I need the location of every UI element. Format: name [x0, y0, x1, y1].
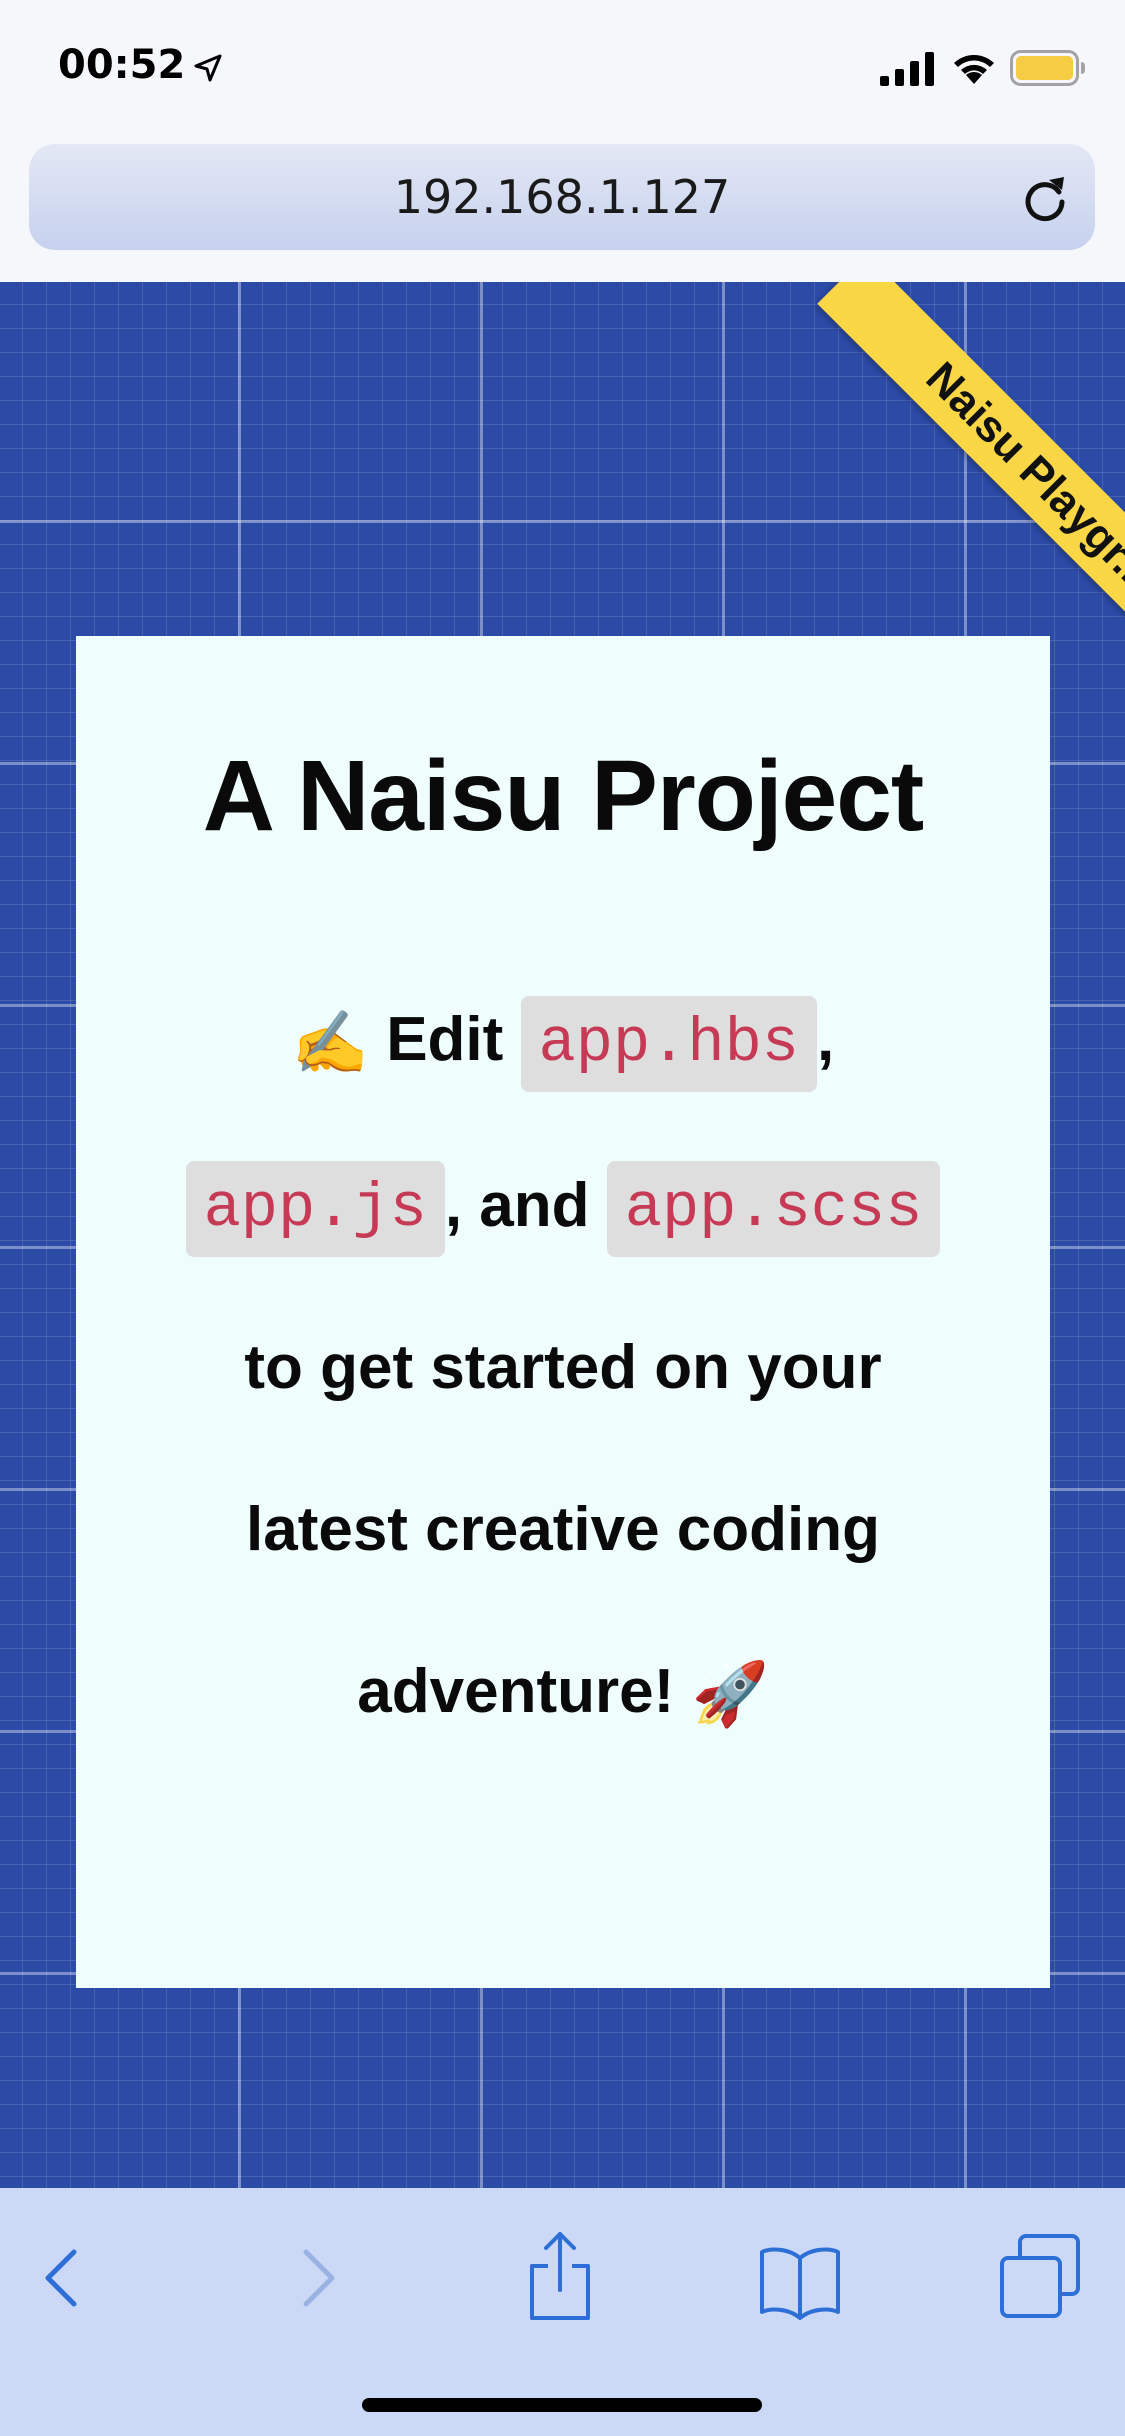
and-text: , and	[444, 1170, 590, 1240]
back-chevron-icon[interactable]	[14, 2228, 114, 2328]
location-arrow-icon	[194, 54, 222, 82]
code-app-js: app.js	[185, 1161, 445, 1258]
forward-chevron-icon[interactable]	[266, 2228, 366, 2328]
content-card: A Naisu Project ✍️ Edit app.hbs, app.js,…	[76, 636, 1050, 1988]
battery-icon	[1010, 50, 1085, 86]
share-icon[interactable]	[510, 2228, 610, 2328]
tabs-icon[interactable]	[990, 2228, 1090, 2328]
edit-label: Edit	[386, 1005, 504, 1074]
url-area: 192.168.1.127	[0, 140, 1125, 282]
comma: ,	[817, 1005, 835, 1074]
home-indicator[interactable]	[362, 2398, 762, 2412]
page-content: Naisu Playgr... A Naisu Project ✍️ Edit …	[0, 282, 1125, 2188]
writing-hand-icon: ✍️	[291, 1008, 369, 1078]
status-time: 00:52	[58, 42, 186, 88]
reload-icon[interactable]	[1019, 172, 1071, 224]
wifi-icon	[954, 55, 994, 84]
cellular-signal-icon	[880, 52, 934, 86]
code-app-hbs: app.hbs	[520, 995, 817, 1092]
address-bar[interactable]: 192.168.1.127	[29, 144, 1095, 250]
book-icon[interactable]	[750, 2228, 850, 2328]
code-app-scss: app.scss	[606, 1161, 941, 1258]
intro-rest-text: to get started on your latest creative c…	[244, 1332, 882, 1726]
page-title: A Naisu Project	[202, 740, 924, 852]
intro-paragraph: ✍️ Edit app.hbs, app.js, and app.scss to…	[166, 959, 960, 1776]
rocket-icon: 🚀	[691, 1660, 769, 1730]
url-text[interactable]: 192.168.1.127	[29, 144, 1095, 250]
status-bar: 00:52	[0, 0, 1125, 140]
